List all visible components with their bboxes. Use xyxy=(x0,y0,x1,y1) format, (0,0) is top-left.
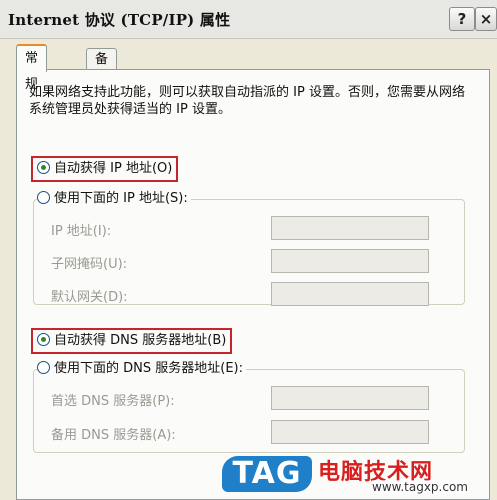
manual-dns-option[interactable]: 使用下面的 DNS 服务器地址(E): xyxy=(37,360,246,378)
auto-ip-option[interactable]: 自动获得 IP 地址(O) xyxy=(31,156,179,182)
title-bar: Internet 协议 (TCP/IP) 属性 ? × xyxy=(0,0,497,39)
ip-address-label: IP 地址(I): xyxy=(51,224,112,239)
auto-ip-label: 自动获得 IP 地址(O) xyxy=(54,161,173,176)
subnet-mask-field[interactable] xyxy=(271,249,429,273)
radio-icon[interactable] xyxy=(37,191,50,204)
alternate-dns-field[interactable] xyxy=(271,420,429,444)
general-tab-panel: 如果网络支持此功能，则可以获取自动指派的 IP 设置。否则，您需要从网络系统管理… xyxy=(16,69,490,500)
close-button[interactable]: × xyxy=(475,7,497,31)
tab-general[interactable]: 常规 xyxy=(16,44,48,92)
watermark-logo: TAG xyxy=(222,456,312,492)
auto-dns-option[interactable]: 自动获得 DNS 服务器地址(B) xyxy=(31,328,233,354)
alternate-dns-label: 备用 DNS 服务器(A): xyxy=(51,428,176,443)
watermark-url: www.tagxp.com xyxy=(372,480,468,494)
tab-alternate-configuration[interactable]: 备用配置 xyxy=(86,48,118,130)
manual-ip-label: 使用下面的 IP 地址(S): xyxy=(54,191,188,206)
auto-dns-label: 自动获得 DNS 服务器地址(B) xyxy=(54,333,227,348)
radio-icon[interactable] xyxy=(37,333,50,346)
radio-icon[interactable] xyxy=(37,361,50,374)
subnet-mask-label: 子网掩码(U): xyxy=(51,257,128,272)
description-text: 如果网络支持此功能，则可以获取自动指派的 IP 设置。否则，您需要从网络系统管理… xyxy=(29,85,465,117)
help-button[interactable]: ? xyxy=(449,7,475,31)
site-watermark: TAG 电脑技术网 www.tagxp.com xyxy=(222,452,497,498)
preferred-dns-label: 首选 DNS 服务器(P): xyxy=(51,394,175,409)
manual-dns-label: 使用下面的 DNS 服务器地址(E): xyxy=(54,361,243,376)
default-gateway-label: 默认网关(D): xyxy=(51,290,128,305)
default-gateway-field[interactable] xyxy=(271,282,429,306)
window-title: Internet 协议 (TCP/IP) 属性 xyxy=(8,11,231,29)
ip-address-field[interactable] xyxy=(271,216,429,240)
preferred-dns-field[interactable] xyxy=(271,386,429,410)
manual-ip-option[interactable]: 使用下面的 IP 地址(S): xyxy=(37,190,191,208)
radio-icon[interactable] xyxy=(37,161,50,174)
